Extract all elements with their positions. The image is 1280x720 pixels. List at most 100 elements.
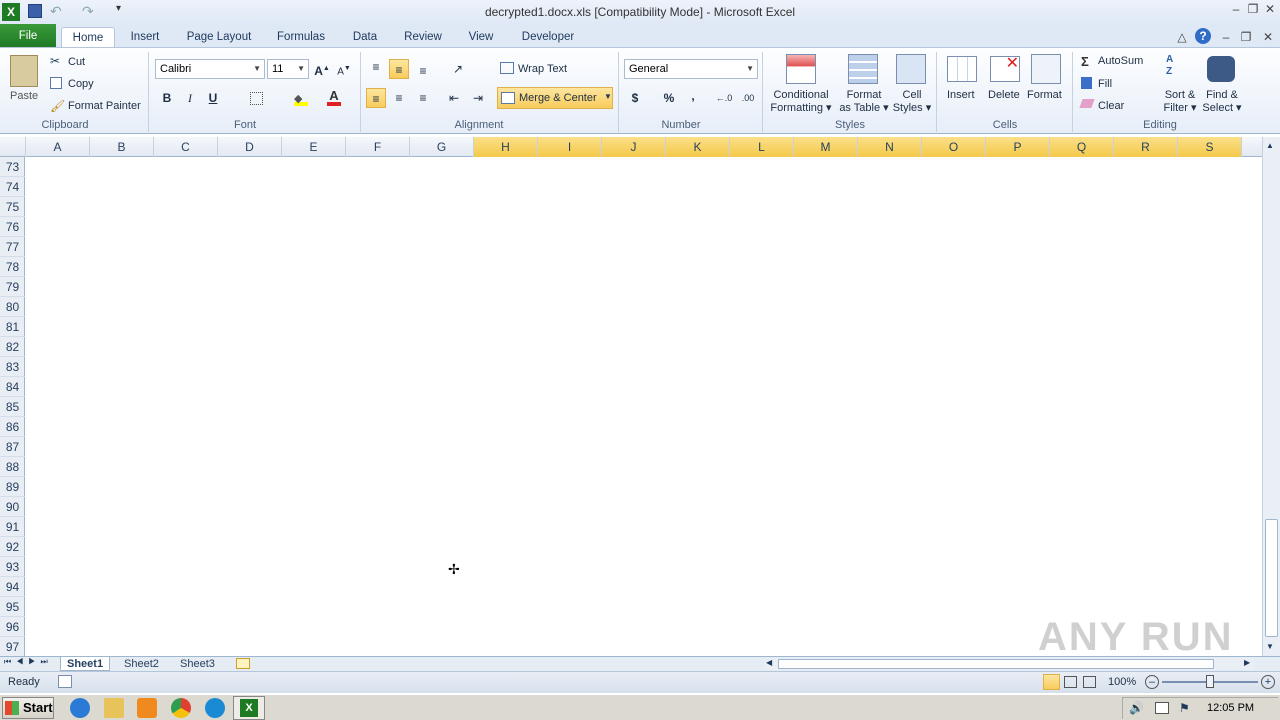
sheet-tab-sheet2[interactable]: Sheet2 <box>118 657 165 671</box>
column-header[interactable]: P <box>986 137 1050 157</box>
tab-page-layout[interactable]: Page Layout <box>182 27 256 48</box>
align-middle-icon[interactable]: ≡ <box>389 59 409 79</box>
tab-formulas[interactable]: Formulas <box>272 27 330 48</box>
comma-button[interactable]: , <box>683 86 703 106</box>
row-header[interactable]: 76 <box>0 217 25 237</box>
row-header[interactable]: 80 <box>0 297 25 317</box>
column-header[interactable]: K <box>666 137 730 157</box>
column-header[interactable]: Q <box>1050 137 1114 157</box>
tab-view[interactable]: View <box>463 27 499 48</box>
ribbon-minimize-icon[interactable]: △ <box>1174 30 1190 44</box>
flag-icon[interactable]: ⚑ <box>1179 701 1190 715</box>
horizontal-scrollbar[interactable]: ◀ ▶ <box>764 658 1254 670</box>
sheet-tab-sheet1[interactable]: Sheet1 <box>60 657 111 671</box>
insert-cells-button[interactable]: Insert <box>947 89 975 101</box>
number-format-select[interactable]: General ▼ <box>624 59 758 79</box>
sheet-tab-sheet3[interactable]: Sheet3 <box>174 657 221 671</box>
hscroll-thumb[interactable] <box>778 659 1214 669</box>
decrease-decimal-icon[interactable]: .00 <box>738 88 758 108</box>
close-icon[interactable]: ✕ <box>1262 2 1278 16</box>
increase-indent-icon[interactable]: ⇥ <box>468 88 488 108</box>
doc-minimize-icon[interactable]: – <box>1218 30 1234 44</box>
column-header[interactable]: H <box>474 137 538 157</box>
normal-view-icon[interactable] <box>1043 674 1060 690</box>
insert-sheet-icon[interactable] <box>236 658 250 669</box>
page-break-view-icon[interactable] <box>1083 676 1096 688</box>
row-header[interactable]: 93 <box>0 557 25 577</box>
font-size-select[interactable]: 11 ▼ <box>267 59 309 79</box>
wrap-text-button[interactable]: Wrap Text <box>518 63 567 75</box>
zoom-slider-thumb[interactable] <box>1206 675 1214 688</box>
zoom-level[interactable]: 100% <box>1108 676 1136 688</box>
network-icon[interactable] <box>1155 702 1169 714</box>
autosum-button[interactable]: AutoSum <box>1098 55 1143 67</box>
row-header[interactable]: 81 <box>0 317 25 337</box>
copy-button[interactable]: Copy <box>68 78 94 90</box>
excel-taskbar-button[interactable]: X <box>233 696 265 720</box>
delete-cells-button[interactable]: Delete <box>988 89 1020 101</box>
hscroll-left-icon[interactable]: ◀ <box>766 658 772 667</box>
restore-icon[interactable]: ❐ <box>1245 2 1261 16</box>
column-header[interactable]: L <box>730 137 794 157</box>
row-header[interactable]: 73 <box>0 157 25 177</box>
column-header[interactable]: F <box>346 137 410 157</box>
column-header[interactable]: O <box>922 137 986 157</box>
row-header[interactable]: 89 <box>0 477 25 497</box>
paste-icon[interactable] <box>10 55 38 87</box>
row-header[interactable]: 96 <box>0 617 25 637</box>
sheet-nav-icons[interactable]: ⏮◀▶⏭ <box>4 657 53 667</box>
column-header[interactable]: M <box>794 137 858 157</box>
tab-home[interactable]: Home <box>61 27 115 48</box>
vertical-scrollbar[interactable]: ▲ ▼ <box>1262 137 1280 656</box>
column-header[interactable]: D <box>218 137 282 157</box>
sort-filter-button[interactable]: Sort & Filter ▾ <box>1160 89 1200 115</box>
row-header[interactable]: 84 <box>0 377 25 397</box>
column-header[interactable]: J <box>602 137 666 157</box>
align-top-icon[interactable]: ≡ <box>366 57 386 77</box>
row-header[interactable]: 82 <box>0 337 25 357</box>
ie-icon[interactable] <box>70 698 90 718</box>
orientation-icon[interactable]: ↗ <box>448 59 468 79</box>
align-right-icon[interactable]: ≡ <box>413 88 433 108</box>
page-layout-view-icon[interactable] <box>1064 676 1077 688</box>
hscroll-right-icon[interactable]: ▶ <box>1244 658 1250 667</box>
italic-button[interactable]: I <box>180 88 200 108</box>
underline-button[interactable]: U <box>203 88 223 108</box>
row-header[interactable]: 88 <box>0 457 25 477</box>
row-header[interactable]: 95 <box>0 597 25 617</box>
row-header[interactable]: 75 <box>0 197 25 217</box>
scroll-up-icon[interactable]: ▲ <box>1266 141 1274 150</box>
decrease-indent-icon[interactable]: ⇤ <box>444 88 464 108</box>
row-header[interactable]: 87 <box>0 437 25 457</box>
find-select-button[interactable]: Find & Select ▾ <box>1202 89 1242 115</box>
row-header[interactable]: 83 <box>0 357 25 377</box>
font-color-icon[interactable]: A <box>327 88 341 106</box>
select-all-corner[interactable] <box>0 137 26 157</box>
column-header[interactable]: I <box>538 137 602 157</box>
column-header[interactable]: A <box>26 137 90 157</box>
doc-close-icon[interactable]: ✕ <box>1260 30 1276 44</box>
paste-button[interactable]: Paste <box>10 90 38 102</box>
scroll-down-icon[interactable]: ▼ <box>1266 642 1274 651</box>
scroll-thumb[interactable] <box>1265 519 1278 637</box>
help-icon[interactable]: ? <box>1195 28 1211 44</box>
tab-insert[interactable]: Insert <box>124 27 166 48</box>
fill-button[interactable]: Fill <box>1098 78 1112 90</box>
doc-restore-icon[interactable]: ❐ <box>1238 30 1254 44</box>
shrink-font-icon[interactable]: A▼ <box>334 59 354 79</box>
increase-decimal-icon[interactable]: ←.0 <box>714 88 734 108</box>
row-header[interactable]: 79 <box>0 277 25 297</box>
align-left-icon[interactable]: ≡ <box>366 88 386 108</box>
percent-button[interactable]: % <box>659 88 679 108</box>
row-header[interactable]: 94 <box>0 577 25 597</box>
column-header[interactable]: E <box>282 137 346 157</box>
zoom-in-icon[interactable]: + <box>1261 675 1275 689</box>
cut-button[interactable]: Cut <box>68 56 85 68</box>
zoom-out-icon[interactable]: – <box>1145 675 1159 689</box>
format-painter-button[interactable]: Format Painter <box>68 100 141 112</box>
currency-button[interactable]: $ <box>625 88 645 108</box>
align-bottom-icon[interactable]: ≡ <box>413 61 433 81</box>
media-player-icon[interactable] <box>137 698 157 718</box>
folder-icon[interactable] <box>104 698 124 718</box>
worksheet-grid[interactable]: ✢ ANY RUN <box>26 157 1262 659</box>
